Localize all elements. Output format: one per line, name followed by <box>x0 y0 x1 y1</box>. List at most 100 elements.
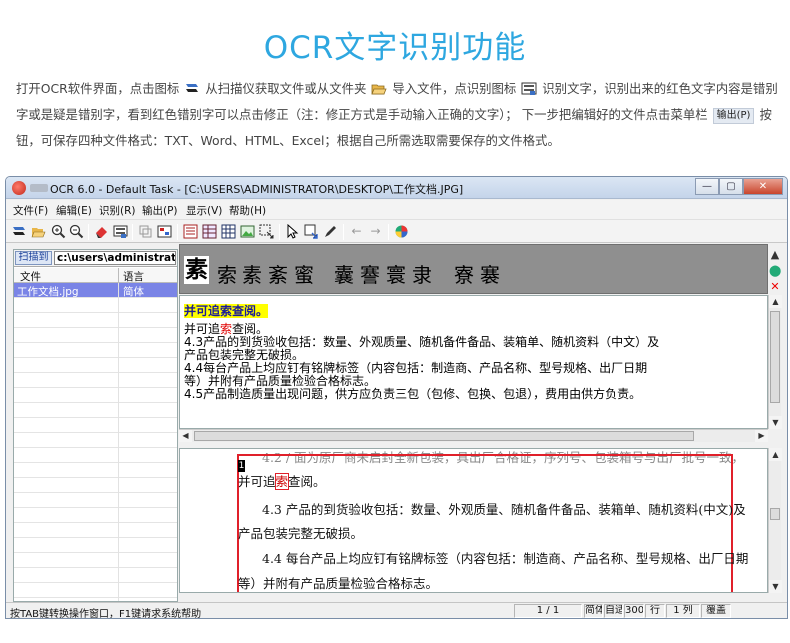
image-text: 等）并附有产品质量检验合格标志。 <box>238 576 439 591</box>
grid-view-icon[interactable] <box>221 224 236 239</box>
text-vertical-scrollbar[interactable]: ▲ ▼ <box>768 295 782 429</box>
boxed-char[interactable]: 索 <box>274 473 289 490</box>
empty-row <box>14 583 177 598</box>
color-wheel-icon[interactable] <box>394 224 409 239</box>
menu-edit[interactable]: 编辑(E) <box>56 203 92 218</box>
toolbar-separator <box>177 224 178 240</box>
empty-row <box>14 538 177 553</box>
error-char[interactable]: 索 <box>220 322 232 336</box>
scroll-up-arrow[interactable]: ▲ <box>769 448 782 461</box>
erase-icon[interactable] <box>94 224 109 239</box>
text-line: 4.3产品的到货验收包括：数量、外观质量、随机备件备品、装箱单、随机资料（中文）… <box>184 335 660 349</box>
scroll-left-arrow[interactable]: ◀ <box>179 430 192 442</box>
layout-icon[interactable] <box>157 224 172 239</box>
glyph-option[interactable]: 紊 <box>268 259 288 288</box>
menu-help[interactable]: 帮助(H) <box>229 203 266 218</box>
empty-row <box>14 298 177 313</box>
menu-output[interactable]: 输出(P) <box>142 203 178 218</box>
text-line: 4.4每台产品上均应钉有铭牌标签（内容包括：制造商、产品名称、型号规格、出厂日期 <box>184 361 648 375</box>
glyph-option[interactable]: 隶 <box>412 259 432 288</box>
table-view-icon[interactable] <box>202 224 217 239</box>
source-image-pane[interactable]: 4.2 / 面为原厂商未启封全新包装，具出厂合格证，序列号、包装箱号与出厂批号一… <box>179 448 768 593</box>
language-mode: 简体 <box>584 604 603 618</box>
intro-paragraph: 打开OCR软件界面，点击图标 从扫描仪获取文件或从文件夹 导入文件，点识别图标 识别文… <box>16 76 778 154</box>
minimize-button[interactable]: — <box>695 178 719 195</box>
up-icon[interactable]: ▲ <box>769 249 781 261</box>
image-text: 产品包装完整无破损。 <box>238 526 364 541</box>
empty-row <box>14 373 177 388</box>
image-text: 4.4 每台产品上均应钉有铭牌标签（内容包括：制造商、产品名称、型号规格、出厂日… <box>262 551 749 566</box>
toolbar-separator <box>388 224 389 240</box>
glyph-option[interactable]: 寮 <box>454 259 474 288</box>
zoom-in-icon[interactable] <box>51 224 66 239</box>
pointer-icon[interactable] <box>285 223 300 239</box>
arrow-left-icon[interactable]: ← <box>349 224 364 239</box>
intro-text-1: 打开OCR软件界面，点击图标 <box>16 81 180 96</box>
glyph-option[interactable]: 謇 <box>360 259 380 288</box>
empty-row <box>14 403 177 418</box>
delete-icon[interactable]: ✕ <box>769 281 781 293</box>
window-controls: — ▢ ✕ <box>695 178 783 196</box>
text-view-icon[interactable] <box>183 224 198 239</box>
empty-row <box>14 328 177 343</box>
blurred-brand <box>30 184 48 192</box>
dictionary-icon[interactable]: ⬤ <box>769 265 781 277</box>
pen-icon[interactable] <box>323 224 338 239</box>
glyph-option[interactable]: 褰 <box>480 259 500 288</box>
scroll-thumb[interactable] <box>194 431 694 441</box>
auto-mode: 自适 <box>604 604 623 618</box>
folder-open-icon[interactable] <box>31 224 46 239</box>
highlighted-line[interactable]: 并可追索查阅。 <box>184 304 269 318</box>
intro-text-3: 导入文件，点识别图标 <box>392 81 517 96</box>
recognize-icon[interactable] <box>113 224 128 239</box>
image-vertical-scrollbar[interactable]: ▲ ▼ <box>768 448 782 593</box>
add-region-icon[interactable] <box>304 224 319 239</box>
menu-recognize[interactable]: 识别(R) <box>99 203 136 218</box>
maximize-button[interactable]: ▢ <box>719 178 743 195</box>
file-row[interactable]: 工作文档.jpg 简体 <box>14 283 177 298</box>
recognize-icon <box>521 79 537 95</box>
close-button[interactable]: ✕ <box>743 178 783 195</box>
scroll-down-arrow[interactable]: ▼ <box>769 580 782 593</box>
empty-row <box>14 388 177 403</box>
column-divider <box>118 268 119 283</box>
glyph-option[interactable]: 索 <box>217 259 237 288</box>
text-line: 4.5产品制造质量出现问题，供方应负责三包（包修、包换、包退），费用由供方负责。 <box>184 387 642 401</box>
select-region-icon[interactable] <box>259 224 274 239</box>
window-title: OCR 6.0 - Default Task - [C:\USERS\ADMIN… <box>50 183 464 196</box>
glyph-option[interactable]: 寰 <box>386 259 406 288</box>
column-language[interactable]: 语言 <box>123 269 144 284</box>
title-bar[interactable]: OCR 6.0 - Default Task - [C:\USERS\ADMIN… <box>6 177 787 199</box>
file-language: 简体 <box>123 286 144 298</box>
empty-row <box>14 313 177 328</box>
arrow-right-icon[interactable]: → <box>368 224 383 239</box>
image-view-icon[interactable] <box>240 224 255 239</box>
toolbar-separator <box>343 224 344 240</box>
toolbar: ← → <box>6 219 787 243</box>
app-icon <box>12 181 26 195</box>
scan-path-field[interactable]: c:\users\administrator <box>54 251 176 265</box>
column-file[interactable]: 文件 <box>20 269 41 284</box>
menu-file[interactable]: 文件(F) <box>13 203 48 218</box>
image-text: 并可追 <box>238 474 276 489</box>
scan-icon[interactable] <box>12 224 27 239</box>
copy-region-icon[interactable] <box>138 224 153 239</box>
zoom-out-icon[interactable] <box>69 224 84 239</box>
glyph-option[interactable]: 素 <box>242 259 262 288</box>
page-title: OCR文字识别功能 <box>263 30 527 66</box>
glyph-option[interactable]: 蜜 <box>294 259 314 288</box>
status-message: 按TAB键转换操作窗口，F1键请求系统帮助 <box>10 609 202 619</box>
menu-view[interactable]: 显示(V) <box>186 203 222 218</box>
recognized-text-pane[interactable]: 并可追索查阅。 并可追索查阅。 4.3产品的到货验收包括：数量、外观质量、随机备… <box>179 295 768 429</box>
current-glyph[interactable]: 素 <box>184 256 209 284</box>
scroll-up-arrow[interactable]: ▲ <box>769 295 782 308</box>
scan-to-button[interactable]: 扫描到 <box>15 251 52 265</box>
glyph-option[interactable]: 囊 <box>334 259 354 288</box>
scroll-down-arrow[interactable]: ▼ <box>769 416 782 429</box>
text-horizontal-scrollbar[interactable]: ◀ ▶ <box>179 429 768 442</box>
scroll-thumb[interactable] <box>770 508 780 520</box>
scroll-right-arrow[interactable]: ▶ <box>755 430 768 442</box>
scroll-thumb[interactable] <box>770 311 780 403</box>
empty-row <box>14 418 177 433</box>
image-text: 4.3 产品的到货验收包括：数量、外观质量、随机备件备品、装箱单、随机资料(中文… <box>262 502 746 517</box>
